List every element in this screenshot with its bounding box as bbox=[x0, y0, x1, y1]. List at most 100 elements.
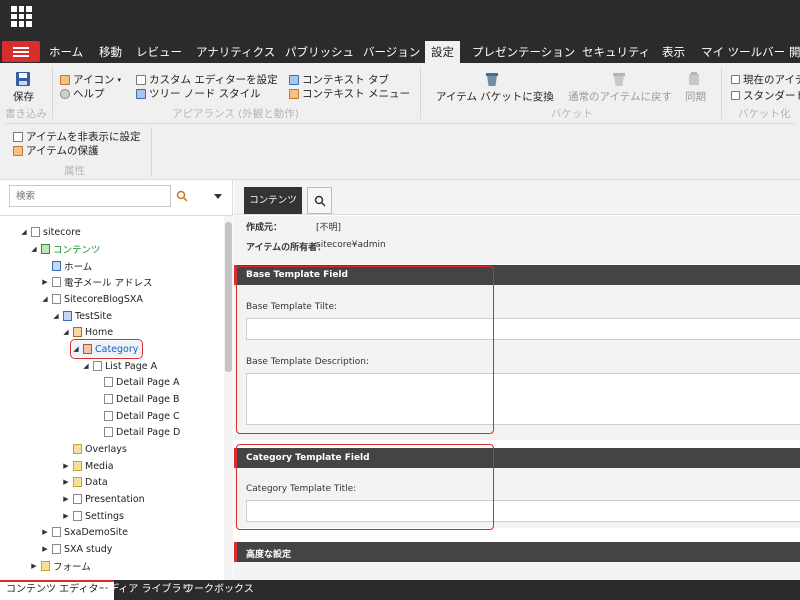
tree-expander-icon[interactable]: ▶ bbox=[41, 545, 49, 553]
ribbon-separator bbox=[52, 67, 53, 119]
tree-expander-icon[interactable]: ◢ bbox=[72, 345, 80, 353]
appearance-group-label: アピアランス (外観と動作) bbox=[172, 108, 299, 120]
tree-node[interactable]: ◢ コンテンツ bbox=[30, 241, 101, 257]
tree-node[interactable]: ▶ フォーム bbox=[30, 558, 91, 574]
tree-expander-icon[interactable]: ▶ bbox=[62, 462, 70, 470]
tree-node[interactable]: ▶ Settings bbox=[62, 508, 124, 524]
category-title-input[interactable] bbox=[246, 500, 800, 522]
tree-node[interactable]: Detail Page D bbox=[93, 424, 180, 440]
base-template-section-header[interactable]: Base Template Field bbox=[234, 265, 800, 285]
tab-developer[interactable]: 開 bbox=[787, 41, 800, 63]
context-menu-button[interactable]: コンテキスト メニュー bbox=[289, 86, 410, 101]
tree-expander-icon[interactable]: ▶ bbox=[62, 495, 70, 503]
tree-expander-icon[interactable]: ◢ bbox=[41, 295, 49, 303]
tree-expander-icon[interactable]: ▶ bbox=[62, 478, 70, 486]
protect-item-label: アイテムの保護 bbox=[26, 145, 99, 157]
tree-node[interactable]: ▶ Data bbox=[62, 474, 107, 490]
icon-dropdown-button[interactable]: アイコン ▾ bbox=[60, 72, 121, 87]
folder-item-icon bbox=[73, 461, 82, 471]
tree-expander-icon[interactable]: ◢ bbox=[62, 328, 70, 336]
site-item-icon bbox=[52, 261, 61, 271]
tree-node-label: Media bbox=[85, 460, 114, 472]
hamburger-menu-icon[interactable] bbox=[2, 41, 40, 62]
tree-node-label: コンテンツ bbox=[53, 245, 101, 256]
search-options-dropdown-icon[interactable] bbox=[214, 194, 222, 199]
context-tab-button[interactable]: コンテキスト タブ bbox=[289, 72, 389, 87]
tree-node[interactable]: ▶ SXA study bbox=[41, 541, 112, 557]
top-bar bbox=[0, 0, 800, 33]
tree-expander-icon[interactable]: ◢ bbox=[82, 362, 90, 370]
category-template-section-header[interactable]: Category Template Field bbox=[234, 448, 800, 468]
save-button[interactable]: 保存 bbox=[13, 89, 34, 104]
tree-node[interactable]: ▶ Presentation bbox=[62, 491, 144, 507]
tree-expander-icon[interactable]: ◢ bbox=[20, 228, 28, 236]
tree-node[interactable]: ▶ Media bbox=[62, 458, 114, 474]
app-launcher-icon[interactable] bbox=[11, 6, 32, 27]
tab-review[interactable]: レビュー bbox=[134, 41, 184, 63]
tree-node[interactable]: ホーム bbox=[41, 258, 92, 274]
scrollbar-thumb[interactable] bbox=[225, 222, 232, 372]
convert-bucket-button[interactable]: アイテム バケットに変換 bbox=[436, 89, 554, 104]
page-item-icon bbox=[104, 411, 113, 421]
tab-analytics[interactable]: アナリティクス bbox=[194, 41, 277, 63]
workbox-tab[interactable]: ワークボックス bbox=[178, 580, 260, 600]
tab-view[interactable]: 表示 bbox=[660, 41, 687, 63]
tree-node[interactable]: Detail Page B bbox=[93, 391, 180, 407]
tree-expander-icon[interactable]: ◢ bbox=[52, 312, 60, 320]
tree-expander-icon[interactable]: ▶ bbox=[41, 528, 49, 536]
checkbox-icon bbox=[731, 75, 740, 84]
tree-node[interactable]: ◢ List Page A bbox=[82, 358, 157, 374]
tree-node[interactable]: Overlays bbox=[62, 441, 127, 457]
advanced-settings-section-header[interactable]: 高度な設定 bbox=[234, 542, 800, 562]
custom-editor-button[interactable]: カスタム エディターを設定 bbox=[136, 72, 278, 87]
tree-expander-icon[interactable]: ▶ bbox=[41, 278, 49, 286]
section-accent bbox=[234, 265, 237, 285]
tree-node[interactable]: ◢ Home bbox=[62, 324, 113, 340]
search-input[interactable] bbox=[9, 185, 171, 207]
protect-item-button[interactable]: アイテムの保護 bbox=[13, 143, 98, 158]
search-tab[interactable] bbox=[307, 187, 332, 214]
tab-publish[interactable]: パブリッシュ bbox=[283, 41, 356, 63]
base-description-textarea[interactable] bbox=[246, 373, 800, 425]
folder-item-icon bbox=[73, 444, 82, 454]
tree-node[interactable]: ◢ TestSite bbox=[52, 308, 112, 324]
revert-item-button[interactable]: 通常のアイテムに戻す bbox=[568, 89, 672, 104]
tree-expander-icon[interactable]: ▶ bbox=[30, 562, 38, 570]
tab-navigate[interactable]: 移動 bbox=[97, 41, 124, 63]
tab-settings[interactable]: 設定 bbox=[425, 41, 460, 63]
tree-node[interactable]: ◢ sitecore bbox=[20, 224, 80, 240]
created-from-value: [不明] bbox=[316, 223, 342, 233]
checkbox-icon bbox=[731, 91, 740, 100]
tree-node-label: SxaDemoSite bbox=[64, 526, 128, 538]
search-icon[interactable] bbox=[176, 190, 188, 202]
attributes-group-label: 属性 bbox=[64, 165, 85, 177]
tree-node[interactable]: ▶ SxaDemoSite bbox=[41, 524, 128, 540]
page-item-icon bbox=[52, 527, 61, 537]
tree-expander-icon[interactable]: ▶ bbox=[62, 512, 70, 520]
page-item-icon bbox=[73, 494, 82, 504]
tab-presentation[interactable]: プレゼンテーション bbox=[470, 41, 577, 63]
standard-checkbox[interactable]: スタンダード bbox=[731, 88, 800, 103]
tree-expander-icon[interactable]: ◢ bbox=[30, 245, 38, 253]
tab-security[interactable]: セキュリティ bbox=[580, 41, 652, 63]
ribbon-separator bbox=[420, 67, 421, 119]
tree-scrollbar[interactable] bbox=[224, 216, 233, 580]
tab-my-toolbar[interactable]: マイ ツールバー bbox=[699, 41, 787, 63]
tree-node[interactable]: Detail Page C bbox=[93, 408, 180, 424]
tab-versions[interactable]: バージョン bbox=[361, 41, 422, 63]
base-title-input[interactable] bbox=[246, 318, 800, 340]
tree-node[interactable]: ◢ Category bbox=[69, 339, 144, 359]
tree-node[interactable]: Detail Page A bbox=[93, 374, 180, 390]
hide-item-button[interactable]: アイテムを非表示に設定 bbox=[13, 129, 140, 144]
tab-home[interactable]: ホーム bbox=[47, 41, 85, 63]
help-button[interactable]: ヘルプ bbox=[60, 86, 105, 101]
current-item-checkbox[interactable]: 現在のアイテ bbox=[731, 72, 800, 87]
tree-node-style-button[interactable]: ツリー ノード スタイル bbox=[136, 86, 261, 101]
tree-node[interactable]: ▶ 電子メール アドレス bbox=[41, 274, 153, 290]
section-accent bbox=[234, 542, 237, 562]
sync-button[interactable]: 同期 bbox=[685, 89, 706, 104]
tree-node[interactable]: ◢ SitecoreBlogSXA bbox=[41, 291, 143, 307]
content-tree: ◢ sitecore ◢ コンテンツ ホーム ▶ 電子メール アドレス ◢ SitecoreBl… bbox=[0, 216, 222, 580]
save-icon[interactable] bbox=[15, 71, 31, 87]
tab-content[interactable]: コンテンツ bbox=[244, 187, 302, 214]
